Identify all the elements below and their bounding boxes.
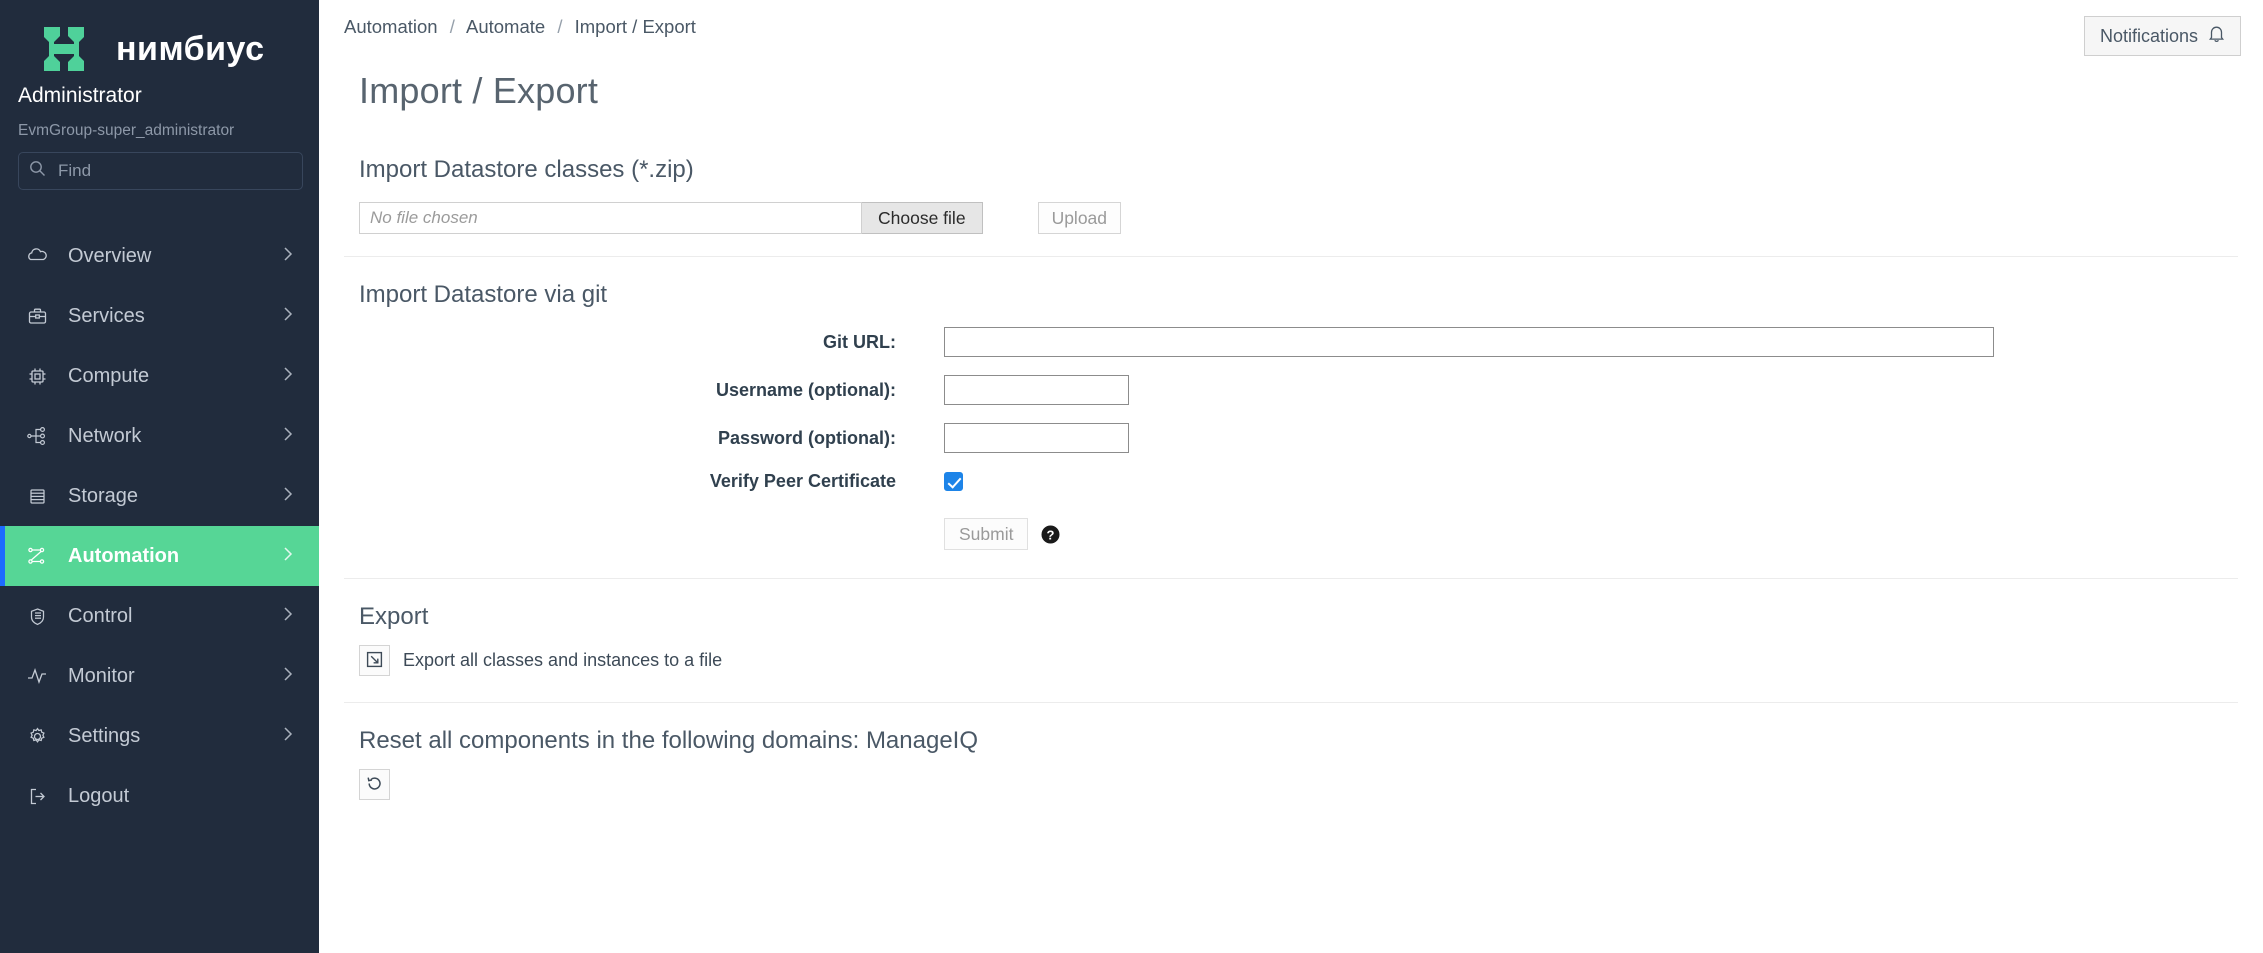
divider [344, 702, 2238, 703]
reset-icon [366, 775, 383, 795]
page-title: Import / Export [359, 70, 599, 111]
git-url-row: Git URL: [344, 327, 2238, 357]
git-username-row: Username (optional): [344, 375, 2238, 405]
notifications-button[interactable]: Notifications [2083, 16, 2241, 56]
sidebar-item-label: Services [68, 304, 145, 327]
sidebar-item-control[interactable]: Control [0, 586, 319, 646]
git-password-input[interactable] [944, 423, 1129, 453]
breadcrumb-item-automate[interactable]: Automate [466, 16, 545, 37]
sidebar-item-storage[interactable]: Storage [0, 466, 319, 526]
briefcase-icon [20, 306, 54, 327]
sidebar-item-network[interactable]: Network [0, 406, 319, 466]
git-username-label: Username (optional): [715, 379, 896, 400]
reset-row [359, 769, 2238, 800]
help-circle-icon[interactable]: ? [1040, 524, 1061, 545]
nimbus-h-logo-icon [40, 23, 102, 75]
reset-button[interactable] [359, 769, 390, 800]
export-heading: Export [359, 603, 429, 630]
sidebar-item-label: Network [68, 424, 142, 447]
sidebar-item-label: Monitor [68, 664, 135, 687]
sidebar-item-logout[interactable]: Logout [0, 766, 319, 826]
divider [344, 256, 2238, 257]
upload-button[interactable]: Upload [1037, 202, 1122, 234]
gear-icon [20, 726, 54, 747]
git-password-label: Password (optional): [717, 427, 896, 448]
sidebar-item-label: Automation [68, 544, 180, 567]
import-zip-heading: Import Datastore classes (*.zip) [359, 156, 694, 183]
import-git-heading: Import Datastore via git [359, 281, 608, 308]
breadcrumb-separator: / [557, 16, 563, 37]
submit-button[interactable]: Submit [944, 518, 1029, 550]
sidebar-item-monitor[interactable]: Monitor [0, 646, 319, 706]
export-button[interactable] [359, 645, 390, 676]
sidebar-item-label: Overview [68, 244, 152, 267]
search-box[interactable] [18, 152, 303, 190]
user-group: EvmGroup-super_administrator [18, 122, 235, 139]
chevron-right-icon [283, 485, 293, 508]
chevron-right-icon [283, 365, 293, 388]
sidebar-nav: Overview Services Compute Network Storag… [0, 226, 319, 826]
sidebar-item-automation[interactable]: Automation [0, 526, 319, 586]
logout-icon [20, 786, 54, 807]
divider [344, 578, 2238, 579]
top-bar: Automation / Automate / Import / Export … [319, 0, 2263, 56]
sidebar: нимбиус Administrator EvmGroup-super_adm… [0, 0, 319, 953]
svg-text:?: ? [1047, 527, 1055, 542]
chevron-right-icon [283, 665, 293, 688]
chevron-right-icon [283, 605, 293, 628]
git-password-row: Password (optional): [344, 423, 2238, 453]
git-url-input[interactable] [944, 327, 1994, 357]
user-name: Administrator [18, 84, 142, 107]
export-row: Export all classes and instances to a fi… [359, 645, 2238, 676]
automation-icon [20, 545, 54, 567]
verify-peer-checkbox[interactable] [944, 472, 963, 491]
file-name-display: No file chosen [359, 202, 862, 234]
sidebar-item-settings[interactable]: Settings [0, 706, 319, 766]
sidebar-item-services[interactable]: Services [0, 286, 319, 346]
pulse-icon [20, 665, 54, 687]
content-area: Import / Export Import Datastore classes… [319, 70, 2263, 800]
notifications-label: Notifications [2099, 25, 2198, 46]
breadcrumb-separator: / [449, 16, 455, 37]
verify-peer-row: Verify Peer Certificate [344, 471, 2238, 492]
cloud-icon [20, 245, 54, 267]
git-username-input[interactable] [944, 375, 1129, 405]
export-icon [366, 651, 383, 671]
chevron-right-icon [283, 725, 293, 748]
sidebar-item-label: Storage [68, 484, 139, 507]
search-input[interactable] [56, 160, 292, 182]
search-icon [29, 160, 46, 182]
import-zip-filebar: No file chosen Choose file Upload [359, 202, 2238, 234]
choose-file-button[interactable]: Choose file [862, 202, 983, 234]
sidebar-item-label: Compute [68, 364, 150, 387]
breadcrumb: Automation / Automate / Import / Export [344, 16, 696, 38]
reset-heading: Reset all components in the following do… [359, 727, 979, 754]
bell-icon [2208, 24, 2225, 48]
sidebar-item-overview[interactable]: Overview [0, 226, 319, 286]
main-content: Automation / Automate / Import / Export … [319, 0, 2263, 953]
cpu-icon [20, 366, 54, 387]
app-root: нимбиус Administrator EvmGroup-super_adm… [0, 0, 2263, 953]
shield-icon [20, 606, 54, 627]
brand[interactable]: нимбиус [0, 0, 319, 74]
export-action-text: Export all classes and instances to a fi… [403, 650, 723, 670]
sidebar-item-label: Control [68, 604, 133, 627]
chevron-right-icon [283, 305, 293, 328]
submit-row: Submit ? [344, 518, 2238, 550]
git-url-label: Git URL: [823, 331, 896, 352]
brand-name: нимбиус [116, 30, 265, 68]
sidebar-item-label: Settings [68, 724, 141, 747]
chevron-right-icon [283, 545, 293, 568]
verify-peer-label: Verify Peer Certificate [709, 471, 896, 491]
storage-icon [20, 486, 54, 507]
chevron-right-icon [283, 425, 293, 448]
breadcrumb-item-automation[interactable]: Automation [344, 16, 438, 37]
sidebar-item-compute[interactable]: Compute [0, 346, 319, 406]
network-icon [20, 425, 54, 447]
chevron-right-icon [283, 245, 293, 268]
sidebar-item-label: Logout [68, 784, 130, 807]
breadcrumb-item-import-export: Import / Export [574, 16, 696, 37]
